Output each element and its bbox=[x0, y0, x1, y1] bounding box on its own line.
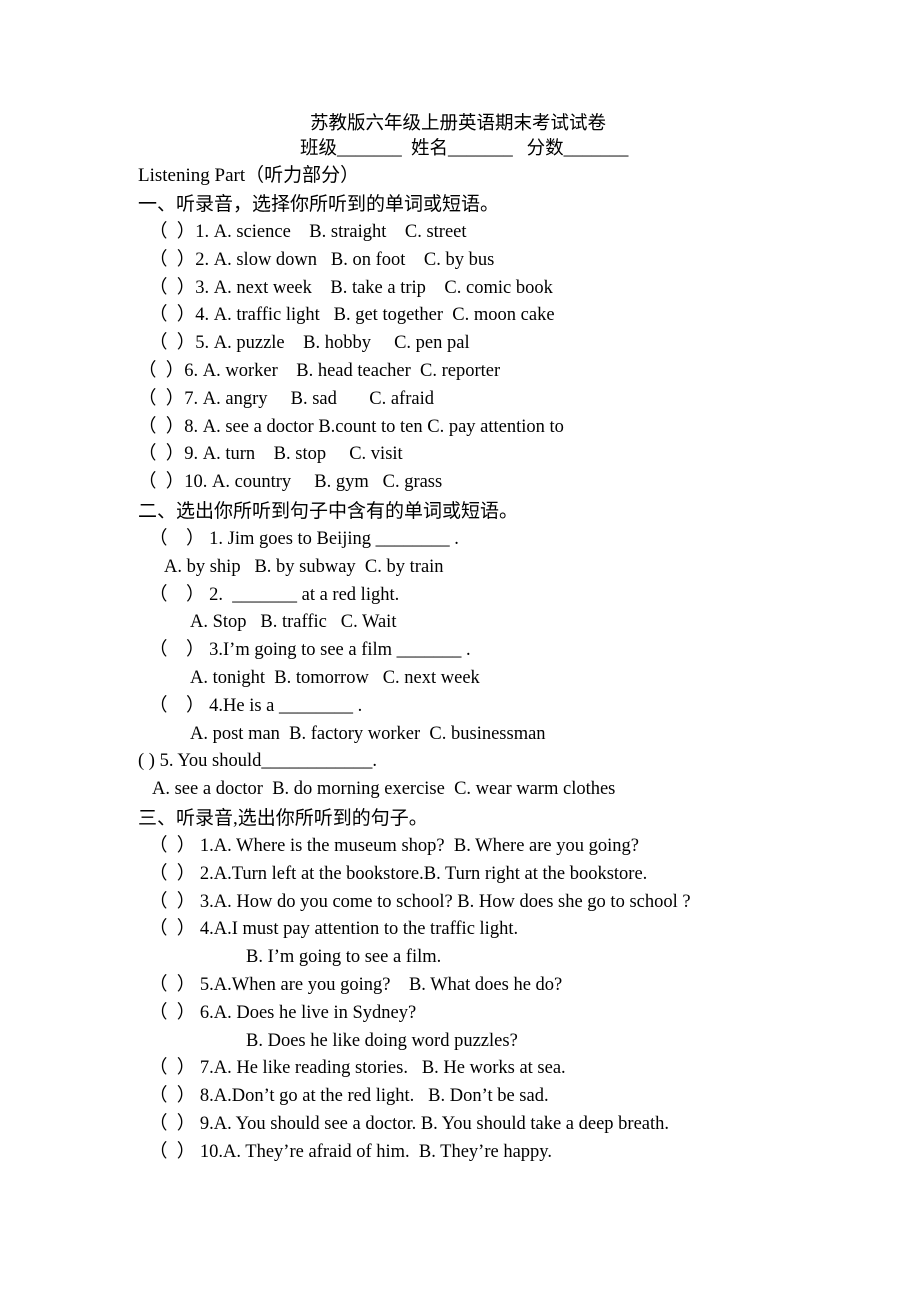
section-one-heading: 一、听录音，选择你所听到的单词或短语。 bbox=[138, 194, 500, 215]
question-item: （ ）2. A. slow down B. on foot C. by bus bbox=[149, 249, 495, 270]
question-item: （ ）6. A. worker B. head teacher C. repor… bbox=[138, 360, 501, 381]
question-item: （ ） 1.A. Where is the museum shop? B. Wh… bbox=[149, 835, 639, 856]
question-item: （ ） 4.He is a ________ . bbox=[149, 695, 363, 716]
section-one: 一、听录音，选择你所听到的单词或短语。 （ ）1. A. science B. … bbox=[138, 190, 878, 497]
question-item: （ ） 3.I’m going to see a film _______ . bbox=[149, 640, 471, 661]
question-continuation: B. Does he like doing word puzzles? bbox=[246, 1030, 518, 1051]
question-item: （ ）5. A. puzzle B. hobby C. pen pal bbox=[149, 333, 470, 354]
question-item: （ ） 7.A. He like reading stories. B. He … bbox=[149, 1058, 566, 1079]
question-options: A. by ship B. by subway C. by train bbox=[164, 556, 444, 577]
question-item: （ ）1. A. science B. straight C. street bbox=[149, 222, 467, 242]
question-item: （ ） 4.A.I must pay attention to the traf… bbox=[149, 919, 519, 940]
question-item: （ ） 6.A. Does he live in Sydney? bbox=[149, 1002, 417, 1023]
question-options: A. tonight B. tomorrow C. next week bbox=[190, 667, 480, 688]
document-body: 苏教版六年级上册英语期末考试试卷 班级_______ 姓名_______ 分数_… bbox=[138, 112, 878, 1167]
section-three: 三、听录音,选出你所听到的句子。 （ ） 1.A. Where is the m… bbox=[138, 804, 878, 1167]
question-item: （ ）7. A. angry B. sad C. afraid bbox=[138, 388, 434, 409]
section-two: 二、选出你所听到句子中含有的单词或短语。 （ ） 1. Jim goes to … bbox=[138, 497, 878, 804]
question-item: （ ）10. A. country B. gym C. grass bbox=[138, 472, 443, 493]
student-info-line: 班级_______ 姓名_______ 分数_______ bbox=[300, 139, 629, 159]
question-item: （ ） 10.A. They’re afraid of him. B. They… bbox=[149, 1141, 552, 1162]
question-item: （ ） 9.A. You should see a doctor. B. You… bbox=[149, 1113, 670, 1134]
question-item: （ ）9. A. turn B. stop C. visit bbox=[138, 444, 403, 465]
question-item: ( ) 5. You should____________. bbox=[138, 751, 377, 772]
question-item: （ ） 2. _______ at a red light. bbox=[149, 584, 400, 605]
section-three-heading: 三、听录音,选出你所听到的句子。 bbox=[138, 807, 428, 829]
question-item: （ ） 1. Jim goes to Beijing ________ . bbox=[149, 528, 459, 549]
page-title: 苏教版六年级上册英语期末考试试卷 bbox=[310, 114, 607, 134]
listening-part-label: Listening Part（听力部分） bbox=[138, 165, 360, 186]
question-item: （ ）4. A. traffic light B. get together C… bbox=[149, 305, 555, 326]
question-options: A. post man B. factory worker C. busines… bbox=[190, 723, 546, 744]
question-item: （ ）8. A. see a doctor B.count to ten C. … bbox=[138, 416, 564, 437]
question-options: A. Stop B. traffic C. Wait bbox=[190, 612, 397, 633]
section-two-heading: 二、选出你所听到句子中含有的单词或短语。 bbox=[138, 500, 519, 522]
question-item: （ ） 8.A.Don’t go at the red light. B. Do… bbox=[149, 1086, 549, 1107]
question-item: （ ）3. A. next week B. take a trip C. com… bbox=[149, 277, 553, 298]
question-item: （ ） 5.A.When are you going? B. What does… bbox=[149, 974, 563, 995]
question-options: A. see a doctor B. do morning exercise C… bbox=[152, 779, 616, 800]
question-item: （ ） 3.A. How do you come to school? B. H… bbox=[149, 891, 691, 912]
question-continuation: B. I’m going to see a film. bbox=[246, 947, 442, 968]
exam-paper-page: 苏教版六年级上册英语期末考试试卷 班级_______ 姓名_______ 分数_… bbox=[0, 0, 920, 1302]
question-item: （ ） 2.A.Turn left at the bookstore.B. Tu… bbox=[149, 863, 648, 884]
